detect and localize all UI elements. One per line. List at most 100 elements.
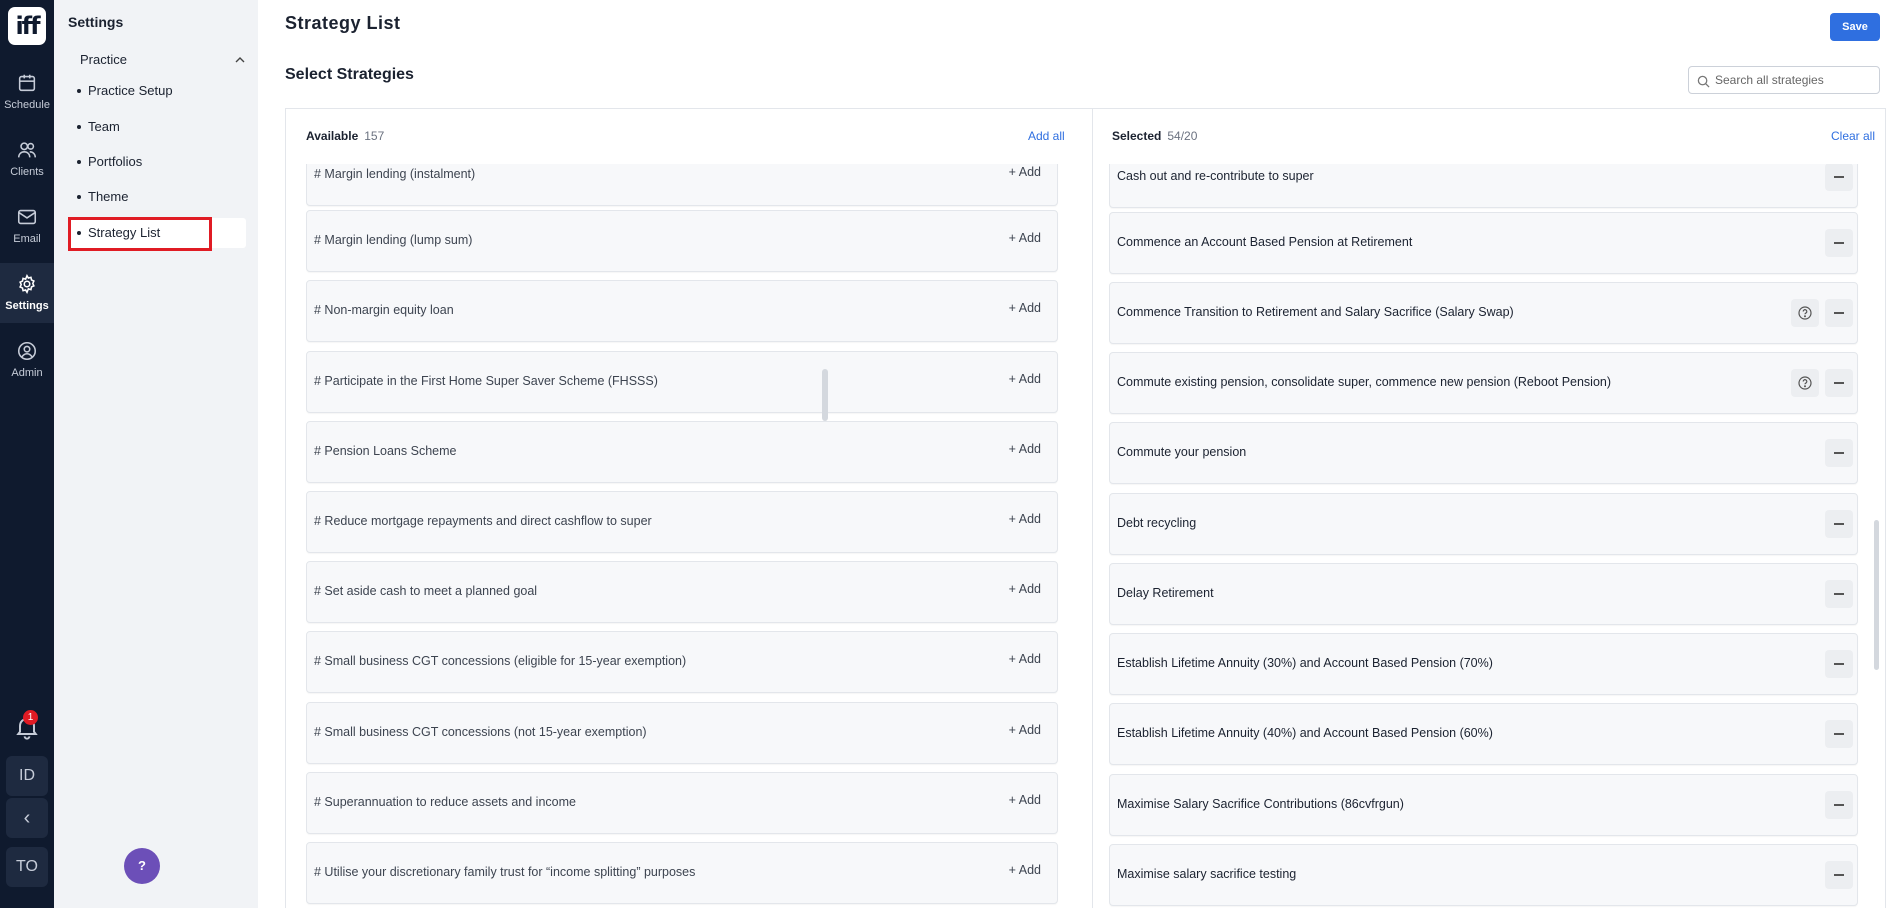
list-item: Delay Retirement xyxy=(1109,563,1858,625)
remove-button[interactable] xyxy=(1825,861,1853,889)
strategy-name: # Margin lending (instalment) xyxy=(314,167,476,181)
save-button[interactable]: Save xyxy=(1830,13,1880,41)
strategy-name: Maximise salary sacrifice testing xyxy=(1117,867,1297,881)
add-button[interactable]: + Add xyxy=(1009,793,1041,807)
strategy-name: Commute your pension xyxy=(1117,445,1247,459)
app-logo[interactable]: iff xyxy=(8,7,46,45)
selected-label: Selected xyxy=(1112,129,1162,143)
app-root: iff Schedule Clients Email Settings Admi… xyxy=(0,0,1886,908)
list-item: # Pension Loans Scheme + Add xyxy=(306,421,1058,483)
rail-item-schedule[interactable]: Schedule xyxy=(0,62,54,122)
sidebar-section-practice[interactable]: Practice xyxy=(80,52,246,67)
available-scrollbar[interactable] xyxy=(822,369,828,421)
rail-item-clients[interactable]: Clients xyxy=(0,129,54,189)
strategy-name: Establish Lifetime Annuity (30%) and Acc… xyxy=(1117,656,1493,670)
sidebar-item-team[interactable]: Team xyxy=(68,112,246,142)
mail-icon xyxy=(17,209,37,225)
add-button[interactable]: + Add xyxy=(1009,723,1041,737)
remove-button[interactable] xyxy=(1825,299,1853,327)
strategy-name: # Small business CGT concessions (not 15… xyxy=(314,725,647,739)
sidebar-item-label: Practice Setup xyxy=(88,83,173,98)
rail-item-label: Clients xyxy=(10,166,44,178)
bullet-icon xyxy=(77,125,81,129)
chevron-up-icon xyxy=(235,57,245,63)
list-item: # Small business CGT concessions (not 15… xyxy=(306,702,1058,764)
add-all-link[interactable]: Add all xyxy=(1028,129,1065,143)
add-button[interactable]: + Add xyxy=(1009,231,1041,245)
strategy-name: # Pension Loans Scheme xyxy=(314,444,457,458)
sidebar-item-strategy-list[interactable]: Strategy List xyxy=(68,217,246,251)
remove-button[interactable] xyxy=(1825,369,1853,397)
list-item: # Utilise your discretionary family trus… xyxy=(306,842,1058,904)
section-title: Select Strategies xyxy=(285,66,414,83)
remove-button[interactable] xyxy=(1825,439,1853,467)
bullet-icon xyxy=(77,89,81,93)
id-button[interactable]: ID xyxy=(6,756,48,796)
help-circle-icon xyxy=(1798,376,1812,390)
add-button[interactable]: + Add xyxy=(1009,512,1041,526)
add-button[interactable]: + Add xyxy=(1009,165,1041,179)
strategy-name: Establish Lifetime Annuity (40%) and Acc… xyxy=(1117,726,1493,740)
strategy-name: Commence Transition to Retirement and Sa… xyxy=(1117,305,1514,319)
notification-badge: 1 xyxy=(23,710,38,725)
strategy-name: Commence an Account Based Pension at Ret… xyxy=(1117,235,1413,249)
strategy-name: Debt recycling xyxy=(1117,516,1197,530)
clear-all-link[interactable]: Clear all xyxy=(1831,129,1875,143)
list-item: # Margin lending (instalment) + Add xyxy=(306,164,1058,206)
remove-button[interactable] xyxy=(1825,720,1853,748)
settings-sidebar: Settings Practice Practice Setup Team Po… xyxy=(54,0,258,908)
strategy-panels: Available 157 Add all Selected 54/20 Clear… xyxy=(285,108,1886,908)
list-item: Debt recycling xyxy=(1109,493,1858,555)
list-item: # Small business CGT concessions (eligib… xyxy=(306,631,1058,693)
sidebar-item-portfolios[interactable]: Portfolios xyxy=(68,147,246,177)
search-input[interactable] xyxy=(1715,70,1875,90)
selected-count: 54/20 xyxy=(1167,129,1198,143)
rail-item-admin[interactable]: Admin xyxy=(0,330,54,390)
add-button[interactable]: + Add xyxy=(1009,442,1041,456)
list-item: Maximise Salary Sacrifice Contributions … xyxy=(1109,774,1858,836)
remove-button[interactable] xyxy=(1825,164,1853,191)
strategy-name: # Small business CGT concessions (eligib… xyxy=(314,654,687,668)
add-button[interactable]: + Add xyxy=(1009,582,1041,596)
strategy-name: # Margin lending (lump sum) xyxy=(314,233,473,247)
strategy-name: # Superannuation to reduce assets and in… xyxy=(314,795,576,809)
remove-button[interactable] xyxy=(1825,580,1853,608)
sidebar-item-practice-setup[interactable]: Practice Setup xyxy=(68,76,246,106)
remove-button[interactable] xyxy=(1825,791,1853,819)
add-button[interactable]: + Add xyxy=(1009,372,1041,386)
list-item: Commence an Account Based Pension at Ret… xyxy=(1109,212,1858,274)
add-button[interactable]: + Add xyxy=(1009,301,1041,315)
help-circle-icon xyxy=(1798,306,1812,320)
info-button[interactable] xyxy=(1791,299,1819,327)
strategy-name: # Set aside cash to meet a planned goal xyxy=(314,584,538,598)
available-list: # Margin lending (instalment) + Add # Ma… xyxy=(306,164,1064,908)
help-button[interactable]: ? xyxy=(124,848,160,884)
strategy-name: # Participate in the First Home Super Sa… xyxy=(314,374,658,388)
strategy-name: # Utilise your discretionary family trus… xyxy=(314,865,696,879)
info-button[interactable] xyxy=(1791,369,1819,397)
selected-scrollbar[interactable] xyxy=(1874,520,1879,670)
rail-item-settings[interactable]: Settings xyxy=(0,263,54,323)
sidebar-section-label: Practice xyxy=(80,52,127,67)
rail-item-label: Schedule xyxy=(4,99,50,111)
list-item: # Reduce mortgage repayments and direct … xyxy=(306,491,1058,553)
remove-button[interactable] xyxy=(1825,650,1853,678)
collapse-button[interactable]: ‹ xyxy=(6,798,48,838)
users-icon xyxy=(17,142,37,158)
bullet-icon xyxy=(77,195,81,199)
available-count: 157 xyxy=(364,129,385,143)
user-avatar[interactable]: TO xyxy=(6,847,48,887)
list-item: # Non-margin equity loan + Add xyxy=(306,280,1058,342)
page-title: Strategy List xyxy=(285,13,401,33)
strategy-name: # Reduce mortgage repayments and direct … xyxy=(314,514,652,528)
sidebar-item-label: Theme xyxy=(88,189,129,204)
strategy-name: Delay Retirement xyxy=(1117,586,1214,600)
remove-button[interactable] xyxy=(1825,229,1853,257)
list-item: Establish Lifetime Annuity (30%) and Acc… xyxy=(1109,633,1858,695)
selected-list: Cash out and re-contribute to super Comm… xyxy=(1109,164,1869,908)
add-button[interactable]: + Add xyxy=(1009,863,1041,877)
remove-button[interactable] xyxy=(1825,510,1853,538)
rail-item-email[interactable]: Email xyxy=(0,196,54,256)
add-button[interactable]: + Add xyxy=(1009,652,1041,666)
sidebar-item-theme[interactable]: Theme xyxy=(68,182,246,212)
